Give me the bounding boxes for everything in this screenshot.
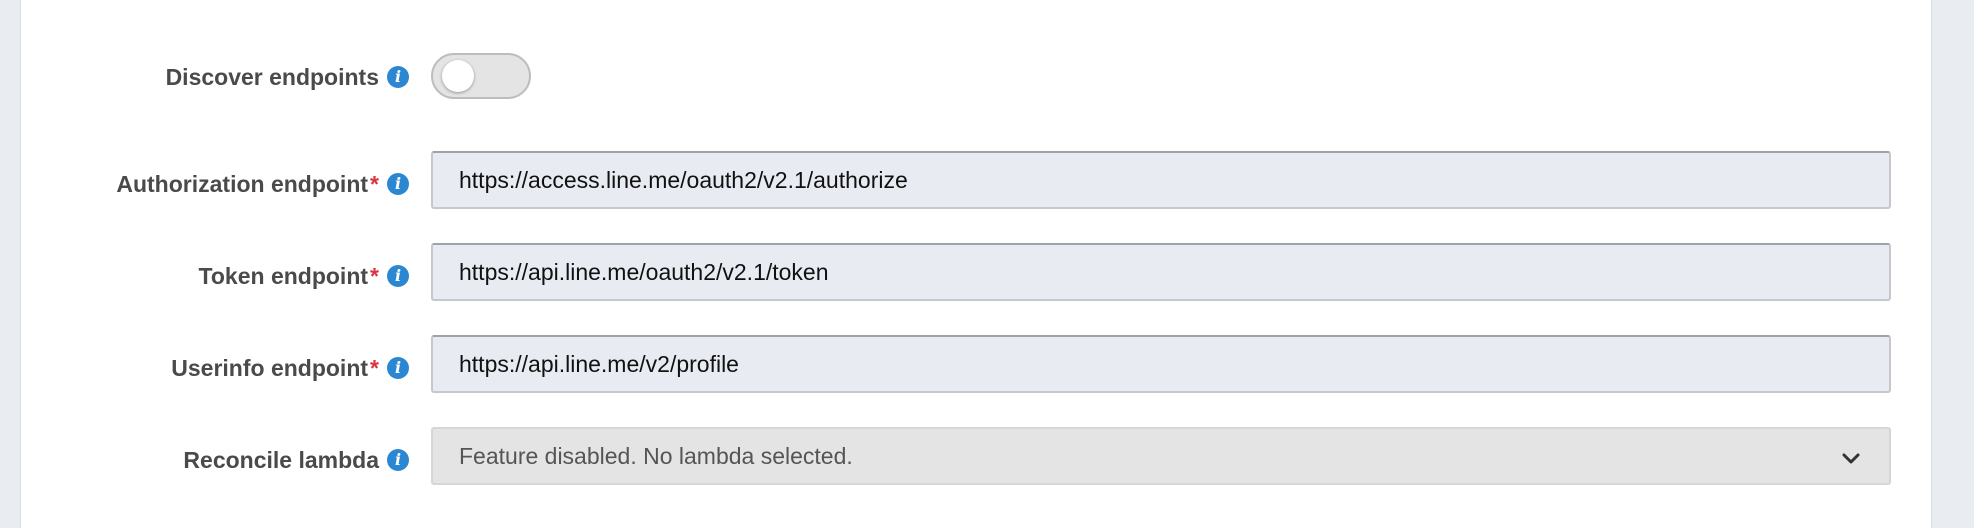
- token-endpoint-value: https://api.line.me/oauth2/v2.1/token: [459, 258, 829, 285]
- discover-endpoints-label: Discover endpoints: [165, 63, 379, 90]
- token-endpoint-label: Token endpoint: [198, 262, 369, 289]
- form-panel: Discover endpoints i Authorization endpo…: [20, 0, 1932, 528]
- discover-endpoints-label-wrap: Discover endpoints i: [166, 48, 409, 106]
- required-marker: *: [370, 262, 379, 289]
- userinfo-endpoint-label-wrap: Userinfo endpoint * i: [171, 339, 409, 397]
- info-icon[interactable]: i: [387, 265, 409, 287]
- reconcile-lambda-label: Reconcile lambda: [183, 446, 379, 473]
- authorization-endpoint-label: Authorization endpoint: [116, 170, 369, 197]
- token-endpoint-input[interactable]: https://api.line.me/oauth2/v2.1/token: [431, 243, 1891, 301]
- info-icon[interactable]: i: [387, 449, 409, 471]
- userinfo-endpoint-value: https://api.line.me/v2/profile: [459, 350, 739, 377]
- info-icon[interactable]: i: [387, 357, 409, 379]
- authorization-endpoint-input[interactable]: https://access.line.me/oauth2/v2.1/autho…: [431, 151, 1891, 209]
- reconcile-lambda-label-wrap: Reconcile lambda i: [183, 431, 409, 489]
- userinfo-endpoint-input[interactable]: https://api.line.me/v2/profile: [431, 335, 1891, 393]
- authorization-endpoint-value: https://access.line.me/oauth2/v2.1/autho…: [459, 166, 908, 193]
- info-icon[interactable]: i: [387, 66, 409, 88]
- discover-endpoints-toggle[interactable]: [431, 53, 531, 99]
- required-marker: *: [370, 354, 379, 381]
- required-marker: *: [370, 170, 379, 197]
- reconcile-lambda-select[interactable]: Feature disabled. No lambda selected.: [431, 427, 1891, 485]
- reconcile-lambda-value: Feature disabled. No lambda selected.: [459, 442, 853, 469]
- authorization-endpoint-label-wrap: Authorization endpoint * i: [116, 155, 409, 213]
- info-icon[interactable]: i: [387, 173, 409, 195]
- chevron-down-icon: [1841, 447, 1861, 474]
- token-endpoint-label-wrap: Token endpoint * i: [199, 247, 409, 305]
- toggle-knob: [442, 60, 474, 92]
- userinfo-endpoint-label: Userinfo endpoint: [171, 354, 369, 381]
